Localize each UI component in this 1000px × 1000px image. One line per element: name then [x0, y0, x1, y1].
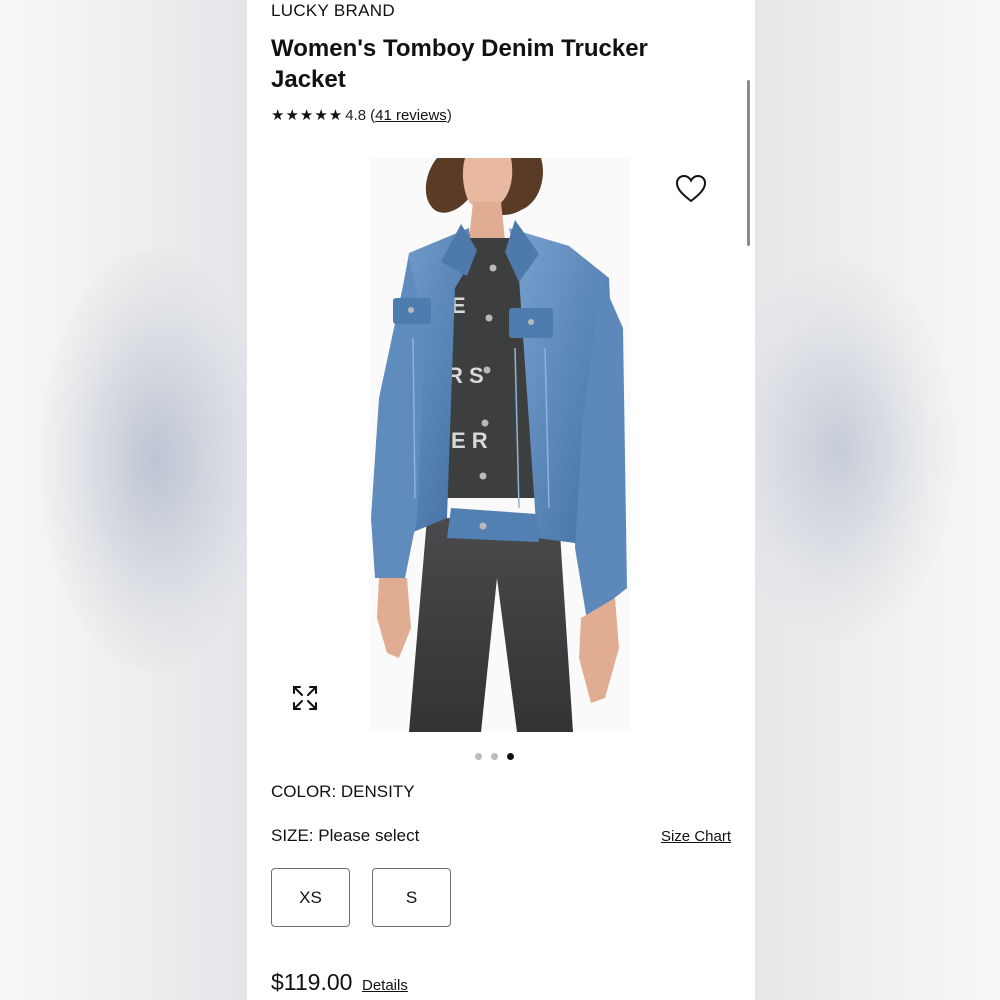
carousel-dot-1[interactable] [475, 753, 482, 760]
carousel-dots [475, 753, 514, 760]
expand-icon[interactable] [291, 684, 319, 712]
wishlist-heart-icon[interactable] [674, 173, 708, 205]
size-option-xs[interactable]: XS [271, 868, 350, 927]
svg-text:R S: R S [447, 363, 484, 388]
star-rating-icon: ★★★★★ [271, 107, 344, 124]
svg-text:E R: E R [451, 428, 488, 453]
size-value: Please select [318, 826, 420, 845]
carousel-dot-2[interactable] [491, 753, 498, 760]
reviews-close-paren: ) [446, 106, 452, 124]
size-chart-link[interactable]: Size Chart [661, 828, 731, 845]
carousel-dot-3[interactable] [507, 753, 514, 760]
size-option-s[interactable]: S [372, 868, 451, 927]
color-label: COLOR: DENSITY [271, 782, 415, 801]
size-row: SIZE: Please select [271, 826, 419, 846]
product-panel: LUCKY BRAND Women's Tomboy Denim Trucker… [247, 0, 755, 1000]
reviews-link[interactable]: 41 reviews [375, 107, 447, 124]
background-blur-right [725, 0, 1000, 1000]
price: $119.00 [271, 969, 353, 995]
rating-value: 4.8 [345, 106, 367, 124]
background-blur-left [0, 0, 270, 1000]
product-image[interactable]: E R S E R [369, 158, 631, 732]
rating-row: ★★★★★ 4.8 ( 41 reviews ) [271, 106, 452, 125]
size-label: SIZE: [271, 826, 314, 845]
details-link[interactable]: Details [362, 977, 408, 994]
product-title: Women's Tomboy Denim Trucker Jacket [271, 35, 648, 93]
scrollbar-thumb[interactable] [747, 80, 750, 246]
brand-name[interactable]: LUCKY BRAND [271, 1, 395, 21]
